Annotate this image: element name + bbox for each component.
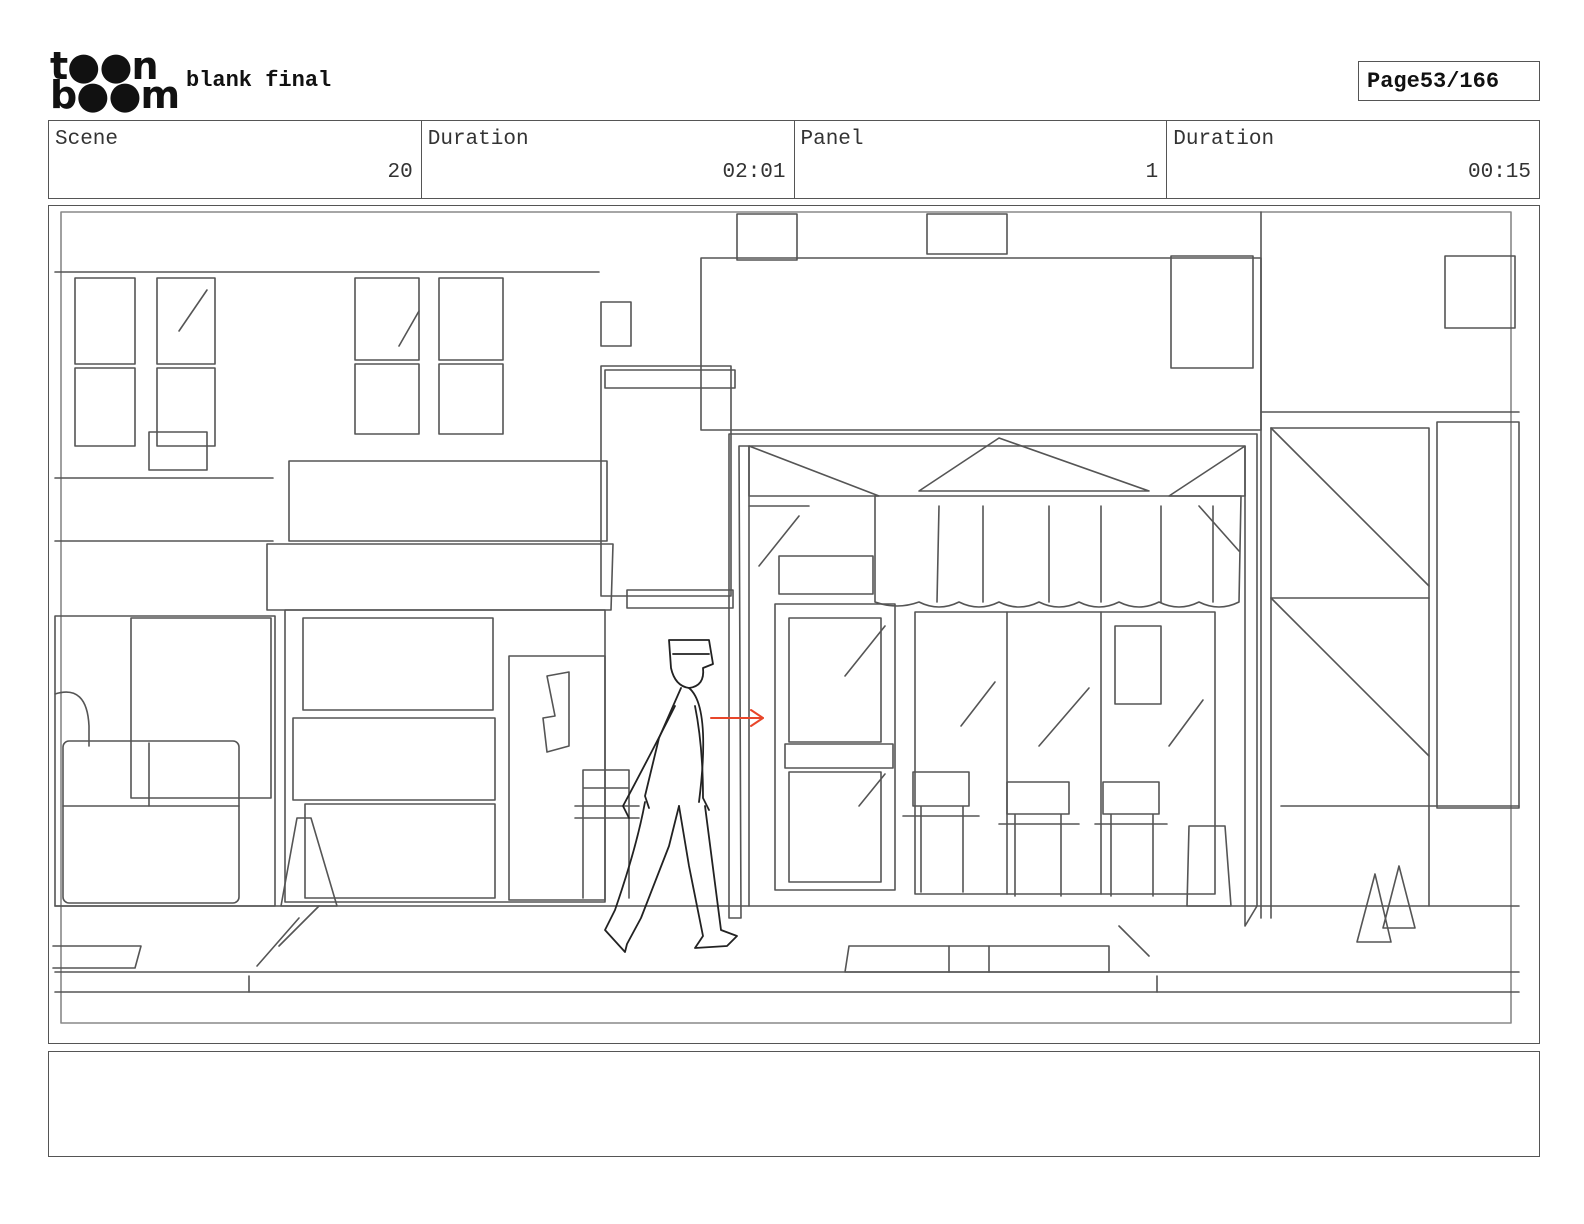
scene-duration-value: 02:01 xyxy=(722,161,786,184)
scene-cell: Scene 20 xyxy=(49,121,422,198)
panel-label: Panel xyxy=(800,128,864,151)
info-bar: Scene 20 Duration 02:01 Panel 1 Duration… xyxy=(48,120,1540,199)
page-number: 53/166 xyxy=(1419,68,1500,94)
panel-duration-value: 00:15 xyxy=(1467,161,1531,184)
page-label: Page xyxy=(1367,68,1420,94)
storyboard-title: blank final xyxy=(186,68,332,93)
logo-line-2: b●●m xyxy=(50,73,180,117)
panel-value: 1 xyxy=(1145,161,1159,184)
scene-value: 20 xyxy=(387,161,413,184)
page-indicator: Page 53/166 xyxy=(1358,61,1540,101)
panel-cell: Panel 1 xyxy=(795,121,1168,198)
scene-duration-label: Duration xyxy=(427,128,529,151)
storyboard-panel xyxy=(48,205,1540,1044)
notes-area xyxy=(48,1051,1540,1157)
panel-duration-label: Duration xyxy=(1173,128,1275,151)
scene-duration-cell: Duration 02:01 xyxy=(422,121,795,198)
street-scene-sketch xyxy=(52,211,1520,1024)
toonboom-logo: t●●n b●●m xyxy=(50,47,180,117)
scene-label: Scene xyxy=(55,128,119,151)
panel-duration-cell: Duration 00:15 xyxy=(1167,121,1539,198)
